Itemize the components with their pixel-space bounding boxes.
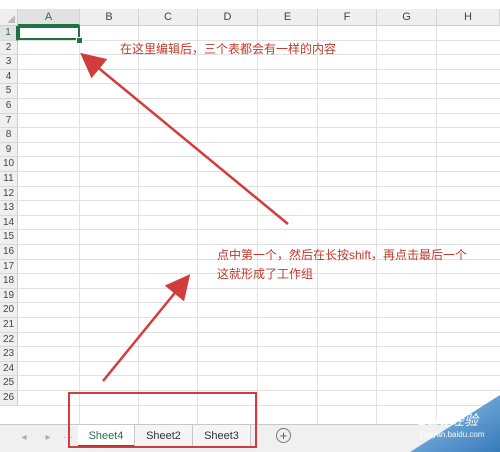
annotation-arrows: [80, 52, 289, 382]
watermark-brand-text: Bai: [418, 412, 439, 428]
annotation-middle-line2: 这就形成了工作组: [217, 267, 314, 281]
annotation-top: 在这里编辑后，三个表都会有一样的内容: [120, 42, 337, 56]
spreadsheet-window: ABCDEFGH 1 2 3 4 5 6 7 8 9 10 11 12 13 14 15 16 17 18 19 20…: [0, 0, 500, 452]
add-sheet-button[interactable]: +: [276, 428, 291, 443]
prev-sheet-button[interactable]: ◂: [18, 431, 30, 445]
watermark-url: jingyan.baidu.com: [420, 430, 485, 439]
annotation-middle-line1: 点中第一个，然后在长按shift，再点击最后一个: [217, 248, 468, 262]
next-sheet-button[interactable]: ▸: [42, 431, 54, 445]
arrow-to-cell: [80, 52, 289, 225]
arrow-to-tabs: [102, 274, 191, 382]
paw-icon: ❀: [438, 412, 450, 428]
watermark-brand2-text: 经验: [449, 412, 478, 428]
watermark-brand: Bai❀经验: [418, 410, 478, 430]
tab-group-highlight-box: [68, 392, 257, 448]
